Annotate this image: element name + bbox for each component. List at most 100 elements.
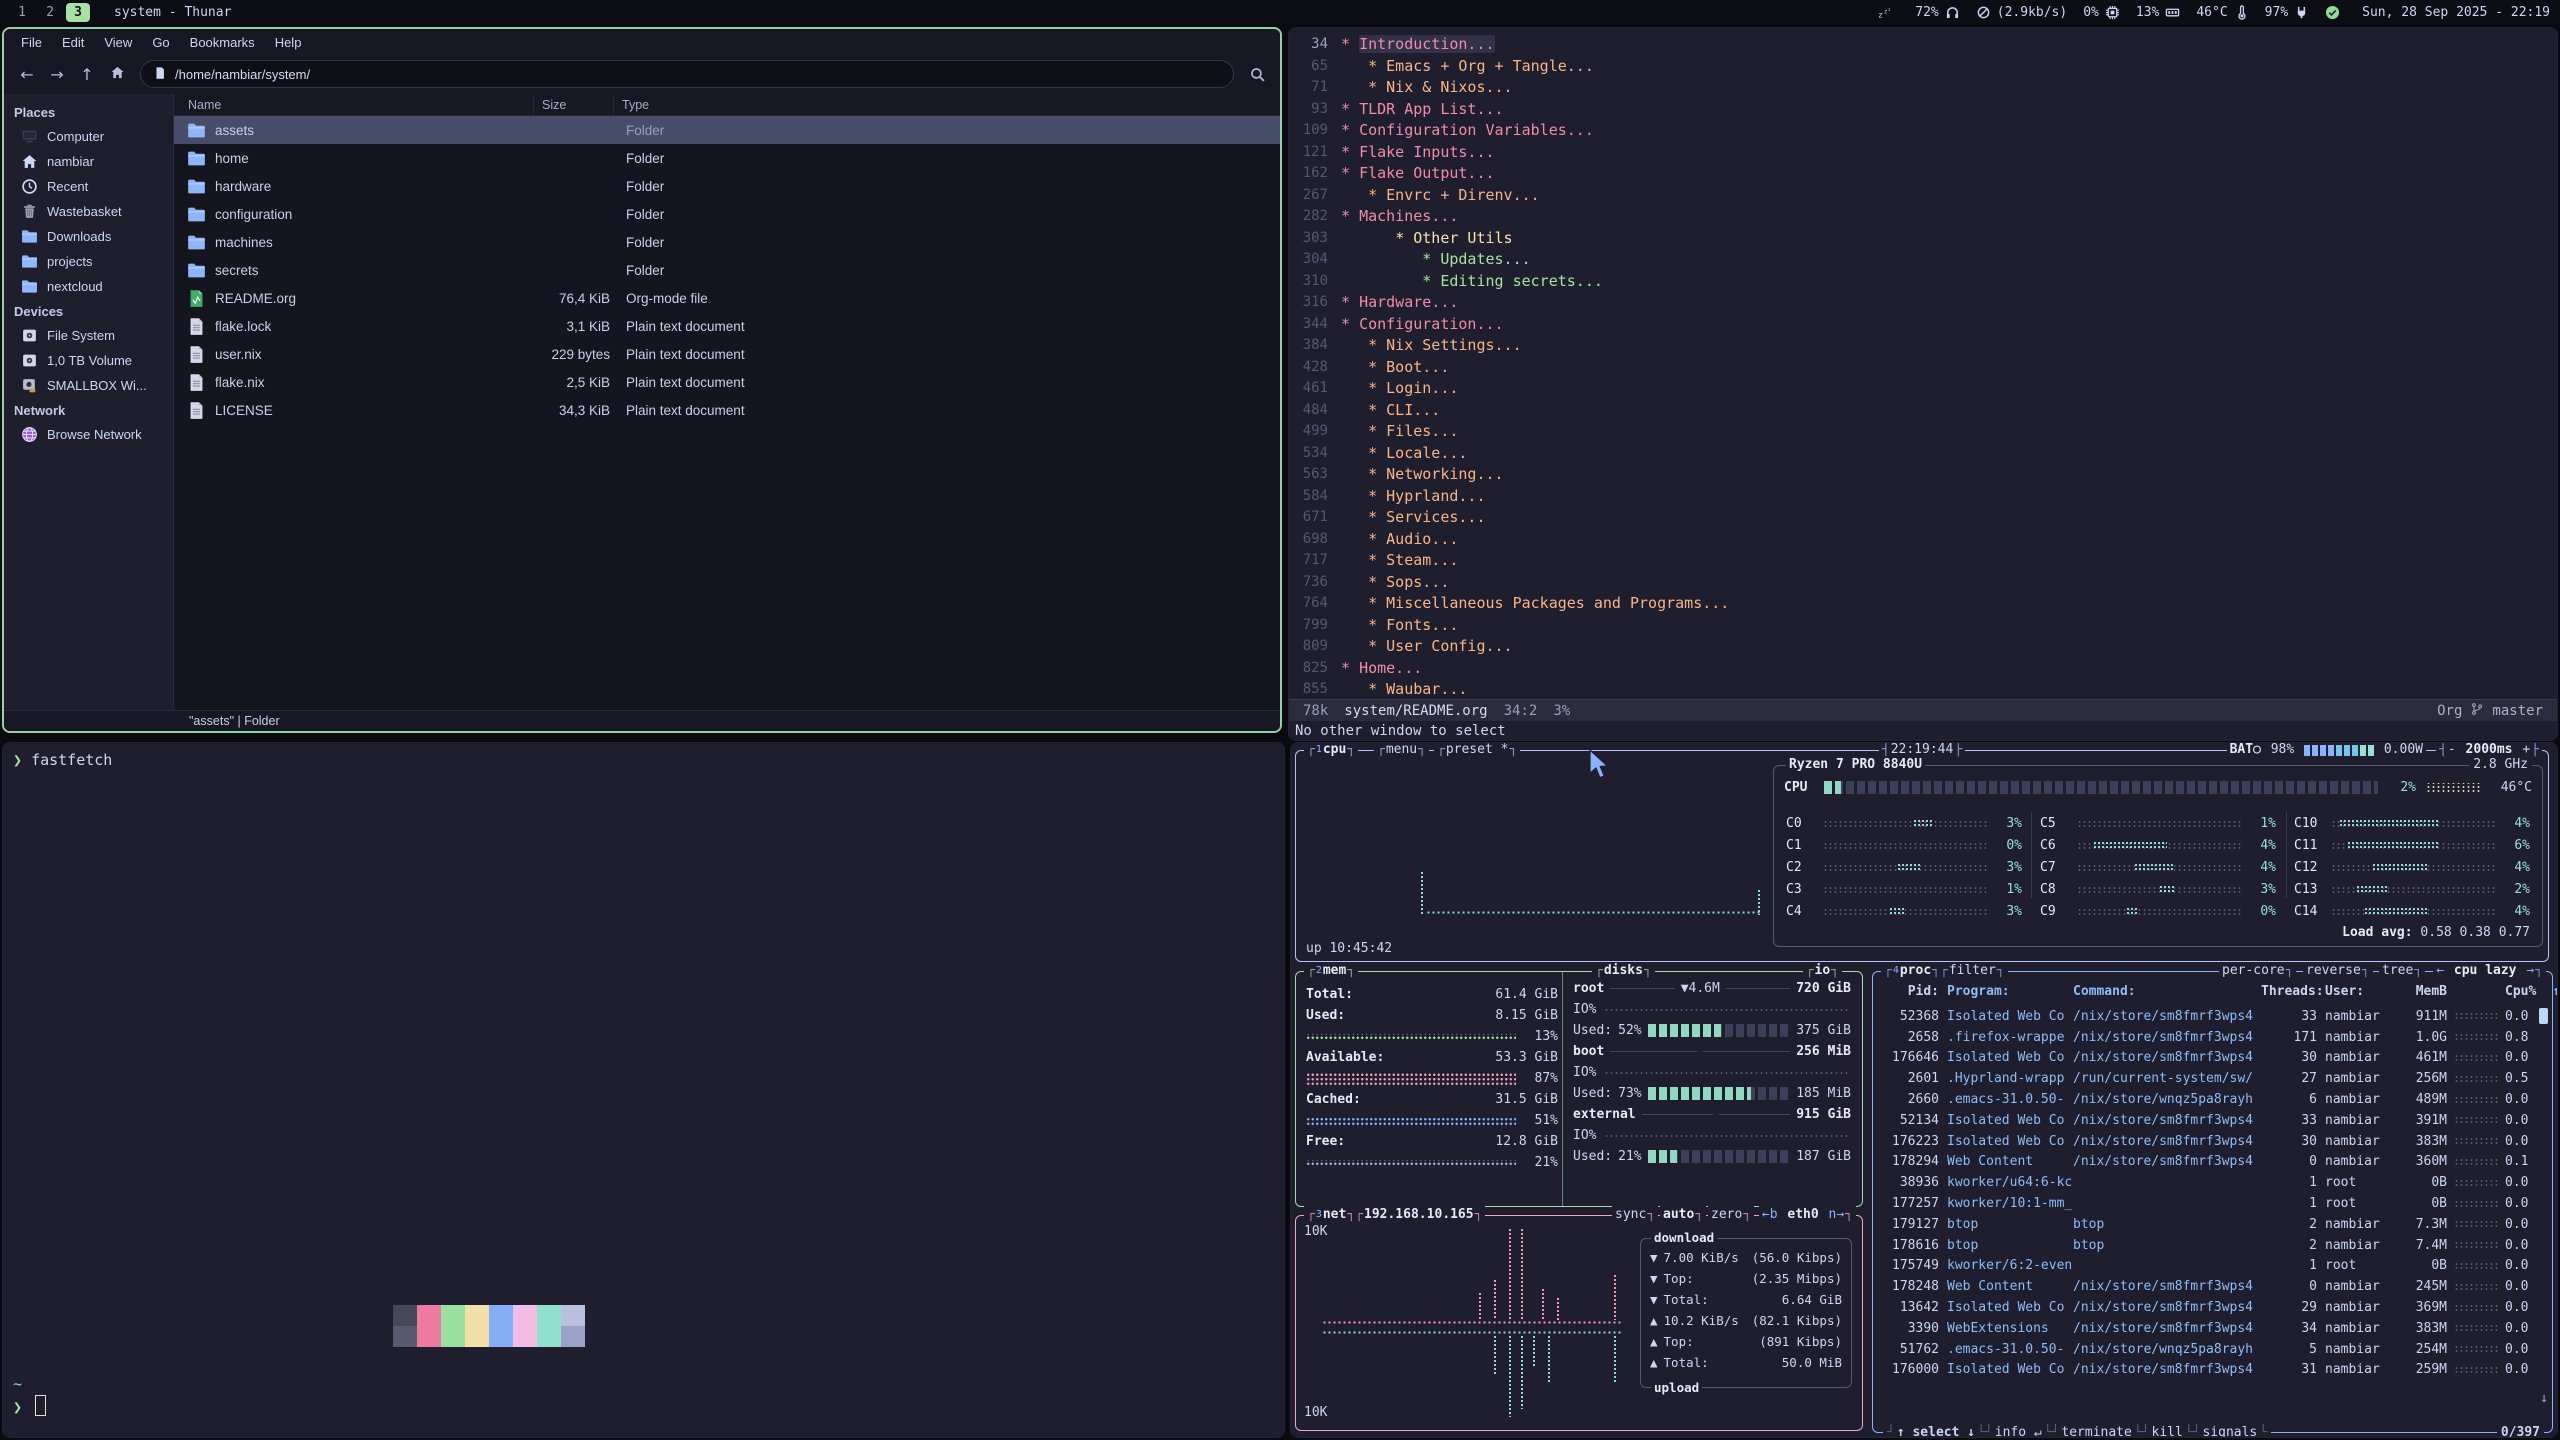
preset-button[interactable]: ┌preset *┐ [1434, 742, 1520, 759]
nav-button[interactable]: ← [14, 61, 40, 87]
file-row[interactable]: secrets Folder [174, 256, 1280, 284]
sidebar-item[interactable]: nextcloud [4, 274, 173, 299]
sidebar-item[interactable]: 1,0 TB Volume [4, 348, 173, 373]
org-heading-line[interactable]: 461 * Login... [1289, 378, 2557, 400]
terminal-window[interactable]: ❯ fastfetch ~ ❯ [2, 742, 1285, 1438]
org-heading-line[interactable]: 162 * Flake Output... [1289, 163, 2557, 185]
file-row[interactable]: flake.lock 3,1 KiB Plain text document [174, 312, 1280, 340]
file-row[interactable]: user.nix 229 bytes Plain text document [174, 340, 1280, 368]
process-row[interactable]: 176000 Isolated Web Co /nix/store/sm8fmr… [1883, 1360, 2544, 1381]
nav-button[interactable] [104, 61, 130, 87]
tray-module[interactable] [2325, 5, 2346, 20]
org-heading-line[interactable]: 484 * CLI... [1289, 400, 2557, 422]
org-heading-line[interactable]: 303 * Other Utils [1289, 228, 2557, 250]
org-heading-line[interactable]: 384 * Nix Settings... [1289, 335, 2557, 357]
org-heading-line[interactable]: 267 * Envrc + Direnv... [1289, 185, 2557, 207]
nav-button[interactable]: ↑ [74, 61, 100, 87]
org-heading-line[interactable]: 34 * Introduction... [1289, 34, 2557, 56]
per-core-toggle[interactable]: per-core┐ [2219, 962, 2296, 980]
column-size[interactable]: Size [534, 94, 614, 115]
process-row[interactable]: 3390 WebExtensions /nix/store/sm8fmrf3wp… [1883, 1318, 2544, 1339]
org-heading-line[interactable]: 799 * Fonts... [1289, 615, 2557, 637]
signals-hint[interactable]: signals [2202, 1424, 2257, 1438]
process-row[interactable]: 2601 .Hyprland-wrapp /run/current-system… [1883, 1068, 2544, 1089]
org-heading-line[interactable]: 809 * User Config... [1289, 636, 2557, 658]
menu-item[interactable]: Edit [53, 33, 93, 52]
proc-box-title[interactable]: ┌4proc┐ [1881, 962, 1943, 980]
tray-module[interactable]: 13% [2136, 5, 2180, 20]
org-heading-line[interactable]: 282 * Machines... [1289, 206, 2557, 228]
proc-scrollbar-thumb[interactable] [2539, 1008, 2548, 1024]
file-row[interactable]: machines Folder [174, 228, 1280, 256]
sidebar-item[interactable]: projects [4, 249, 173, 274]
filter-button[interactable]: ┌filter┐ [1937, 962, 2008, 980]
menu-item[interactable]: Help [266, 33, 311, 52]
zero-button[interactable]: zero┐ [1708, 1206, 1754, 1224]
tray-module[interactable]: zzz [1878, 5, 1899, 20]
sidebar-item[interactable]: SMALLBOX Wi... [4, 373, 173, 398]
process-row[interactable]: 38936 kworker/u64:6-kc 1 root 0B 0.0 [1883, 1172, 2544, 1193]
org-heading-line[interactable]: 121 * Flake Inputs... [1289, 142, 2557, 164]
sidebar-item[interactable]: nambiar [4, 149, 173, 174]
process-row[interactable]: 175749 kworker/6:2-even 1 root 0B 0.0 [1883, 1256, 2544, 1277]
file-row[interactable]: assets Folder [174, 116, 1280, 144]
mem-box-title[interactable]: ┌2mem┐ [1304, 962, 1358, 980]
process-row[interactable]: 52134 Isolated Web Co /nix/store/sm8fmrf… [1883, 1110, 2544, 1131]
tray-module[interactable]: 97% [2265, 5, 2309, 20]
terminate-hint[interactable]: terminate [2061, 1424, 2131, 1438]
sidebar-item[interactable]: Browse Network [4, 422, 173, 447]
reverse-toggle[interactable]: reverse┐ [2303, 962, 2373, 980]
process-row[interactable]: 176223 Isolated Web Co /nix/store/sm8fmr… [1883, 1131, 2544, 1152]
org-buffer[interactable]: 34 * Introduction... 65 * Emacs + Org + … [1289, 34, 2557, 699]
tray-module[interactable]: 0% [2083, 5, 2120, 20]
org-heading-line[interactable]: 499 * Files... [1289, 421, 2557, 443]
file-row[interactable]: README.org 76,4 KiB Org-mode file [174, 284, 1280, 312]
process-row[interactable]: 52368 Isolated Web Co /nix/store/sm8fmrf… [1883, 1006, 2544, 1027]
tray-module[interactable]: Sun, 28 Sep 2025 - 22:19 [2362, 5, 2550, 20]
menu-item[interactable]: Go [143, 33, 178, 52]
kill-hint[interactable]: kill [2152, 1424, 2183, 1438]
org-heading-line[interactable]: 310 * Editing secrets... [1289, 271, 2557, 293]
process-row[interactable]: 2658 .firefox-wrappe /nix/store/sm8fmrf3… [1883, 1027, 2544, 1048]
sidebar-item[interactable]: Computer [4, 124, 173, 149]
tray-module[interactable]: 72% [1915, 5, 1959, 20]
process-row[interactable]: 177257 kworker/10:1-mm_ 1 root 0B 0.0 [1883, 1193, 2544, 1214]
org-heading-line[interactable]: 764 * Miscellaneous Packages and Program… [1289, 593, 2557, 615]
column-name[interactable]: Name [174, 94, 534, 115]
tray-module[interactable]: 46°C [2196, 5, 2248, 20]
org-heading-line[interactable]: 736 * Sops... [1289, 572, 2557, 594]
workspace-button[interactable]: 2 [38, 3, 62, 22]
process-row[interactable]: 178248 Web Content /nix/store/sm8fmrf3wp… [1883, 1276, 2544, 1297]
process-row[interactable]: 51762 .emacs-31.0.50- /nix/store/wnqz5pa… [1883, 1339, 2544, 1360]
search-button[interactable] [1244, 61, 1270, 87]
menu-item[interactable]: Bookmarks [181, 33, 264, 52]
sync-button[interactable]: sync┐ [1612, 1206, 1658, 1224]
sidebar-item[interactable]: Recent [4, 174, 173, 199]
org-heading-line[interactable]: 316 * Hardware... [1289, 292, 2557, 314]
org-heading-line[interactable]: 855 * Waubar... [1289, 679, 2557, 699]
workspace-button[interactable]: 1 [10, 3, 34, 22]
info-hint[interactable]: info ↵ [1995, 1424, 2042, 1438]
process-row[interactable]: 179127 btop btop 2 nambiar 7.3M 0.0 [1883, 1214, 2544, 1235]
org-heading-line[interactable]: 71 * Nix & Nixos... [1289, 77, 2557, 99]
org-heading-line[interactable]: 93 * TLDR App List... [1289, 99, 2557, 121]
file-row[interactable]: hardware Folder [174, 172, 1280, 200]
org-heading-line[interactable]: 717 * Steam... [1289, 550, 2557, 572]
sidebar-item[interactable]: Downloads [4, 224, 173, 249]
menu-item[interactable]: File [12, 33, 51, 52]
net-box-title[interactable]: ┌3net┐┌192.168.10.165┐ [1304, 1206, 1485, 1224]
org-heading-line[interactable]: 428 * Boot... [1289, 357, 2557, 379]
proc-header-row[interactable]: Pid: Program: Command: Threads: User: Me… [1883, 984, 2544, 999]
process-row[interactable]: 178294 Web Content /nix/store/sm8fmrf3wp… [1883, 1152, 2544, 1173]
sort-selector[interactable]: ← cpu lazy →┐ [2433, 962, 2546, 980]
process-row[interactable]: 13642 Isolated Web Co /nix/store/sm8fmrf… [1883, 1297, 2544, 1318]
cpu-box-title[interactable]: ┌1cpu┐ [1304, 742, 1358, 759]
menu-item[interactable]: View [95, 33, 141, 52]
file-row[interactable]: flake.nix 2,5 KiB Plain text document [174, 368, 1280, 396]
sidebar-item[interactable]: Wastebasket [4, 199, 173, 224]
file-row[interactable]: configuration Folder [174, 200, 1280, 228]
tray-module[interactable]: (2.9kb/s) [1976, 5, 2067, 20]
btop-window[interactable]: ┌1cpu┐ ┌menu┐ ┌preset *┐ ┤22:19:44├ BAT○… [1290, 742, 2558, 1438]
column-type[interactable]: Type [614, 98, 1280, 112]
org-heading-line[interactable]: 671 * Services... [1289, 507, 2557, 529]
